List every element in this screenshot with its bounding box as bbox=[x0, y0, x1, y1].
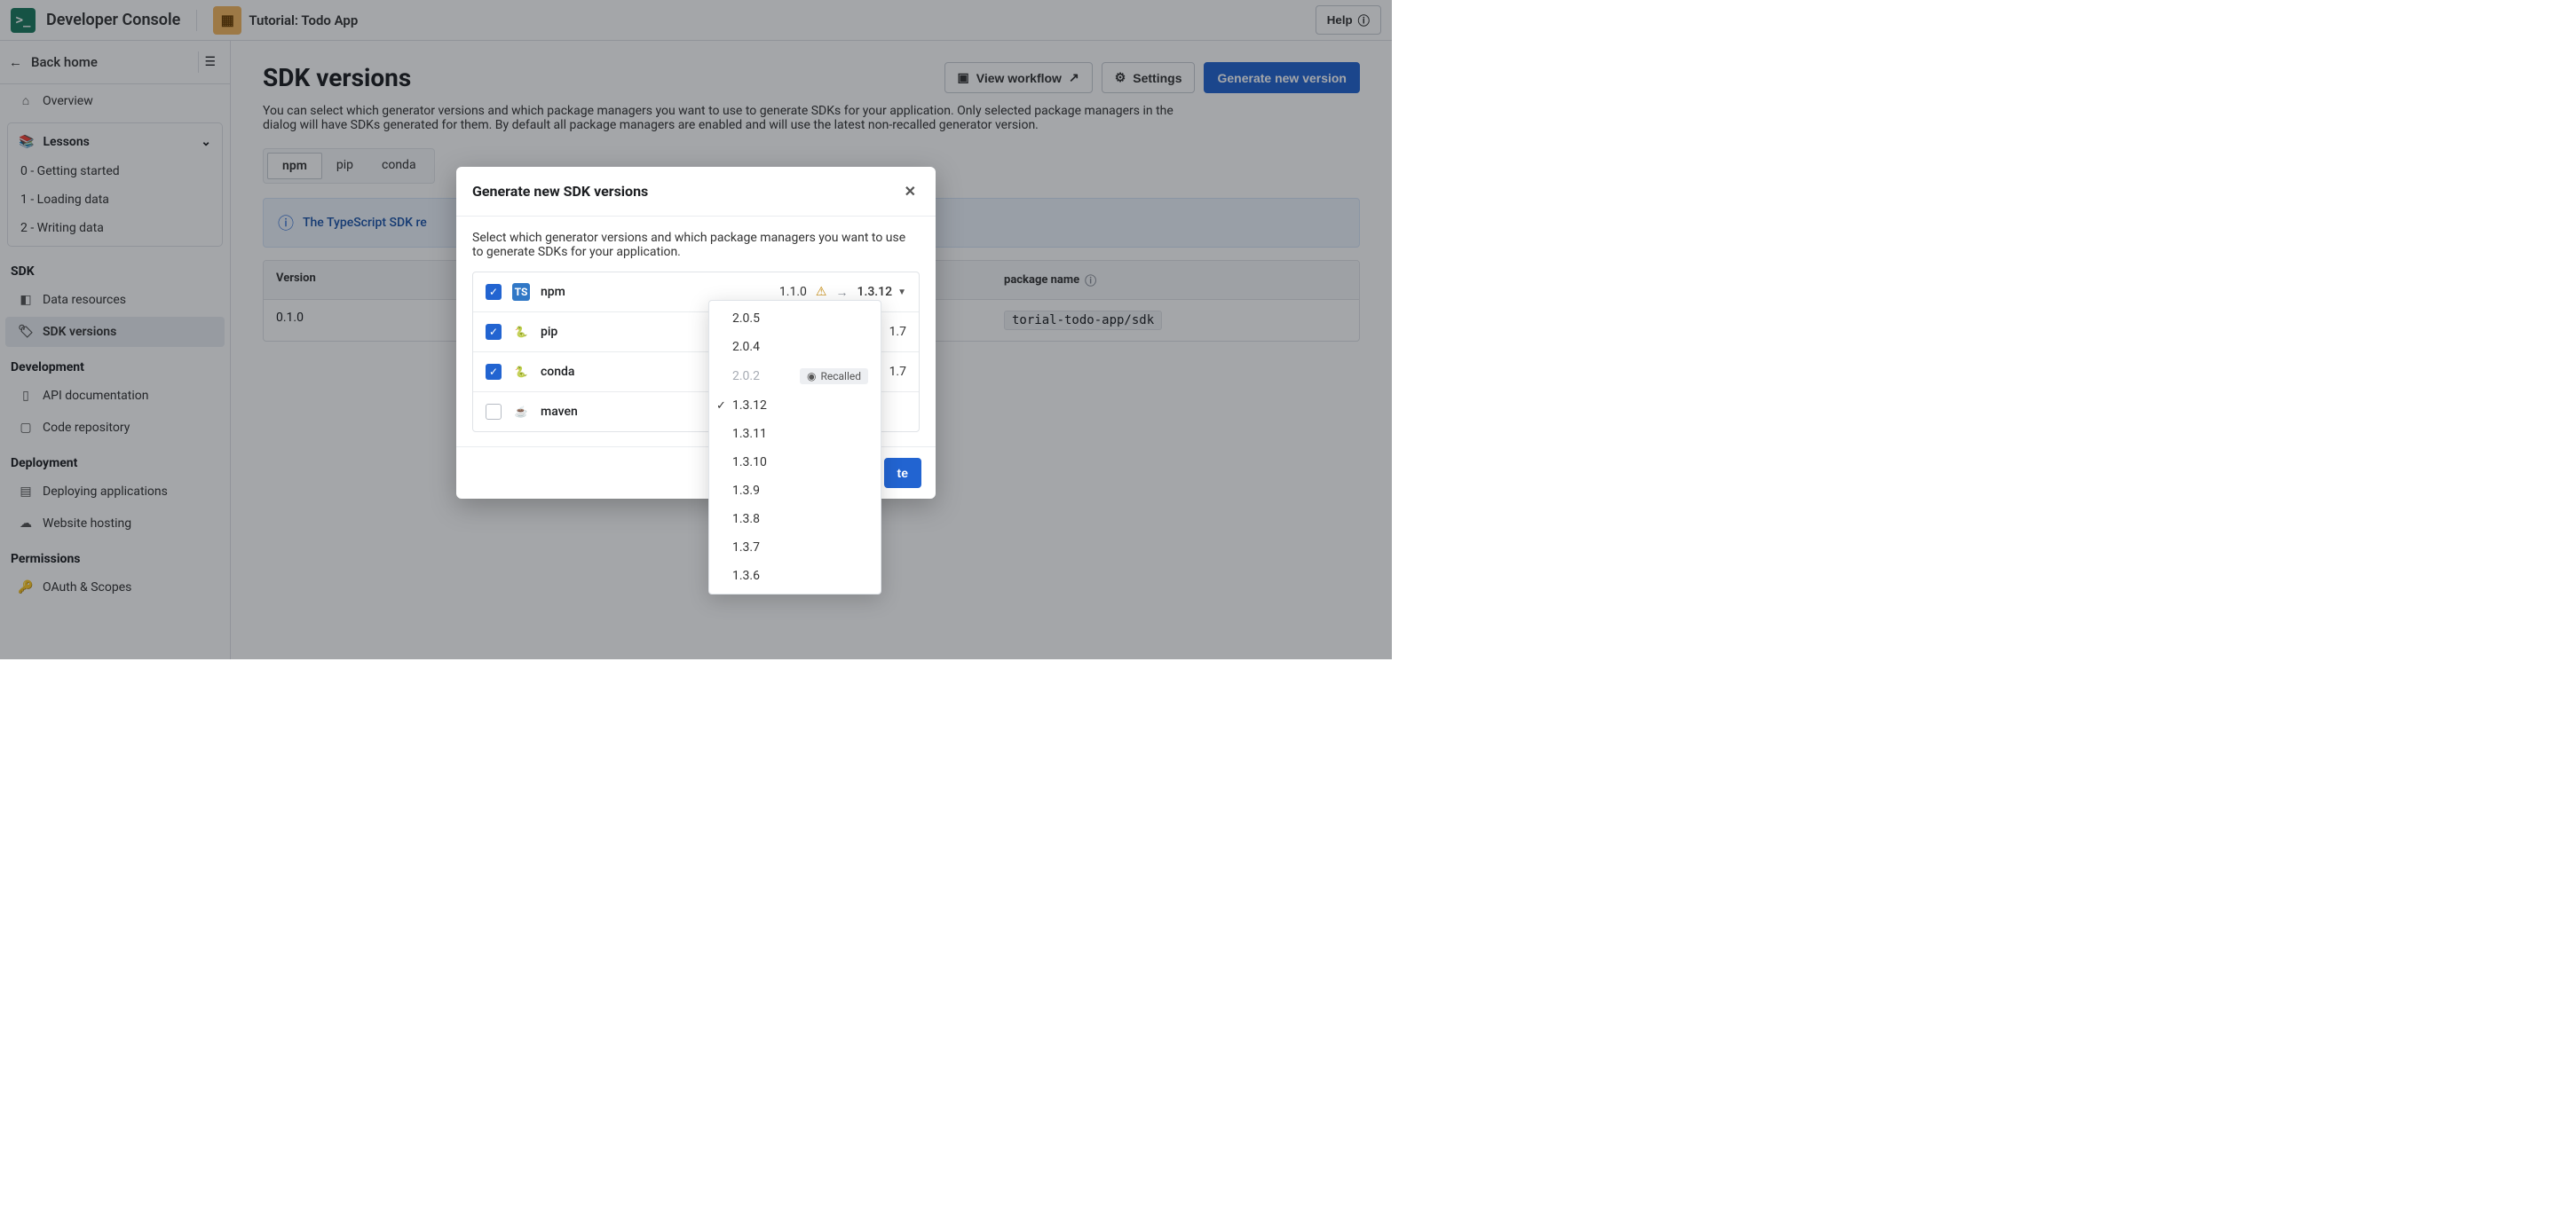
from-version: 1.7 bbox=[889, 325, 906, 339]
version-select-npm[interactable]: 1.3.12 ▼ bbox=[857, 285, 906, 299]
recalled-label: Recalled bbox=[820, 370, 861, 382]
checkbox-maven[interactable] bbox=[486, 404, 502, 420]
modal-description: Select which generator versions and whic… bbox=[472, 231, 920, 259]
modal-overlay: Generate new SDK versions ✕ Select which… bbox=[0, 0, 1392, 659]
java-icon: ☕ bbox=[512, 403, 530, 421]
version-dropdown: 2.0.5 2.0.4 2.0.2 ◉ Recalled 1.3.12 1.3.… bbox=[708, 300, 881, 595]
pm-name: maven bbox=[541, 405, 578, 419]
modal-generate-button[interactable]: te bbox=[884, 458, 921, 488]
modal-title: Generate new SDK versions bbox=[472, 183, 648, 200]
pm-name: conda bbox=[541, 365, 574, 379]
alert-icon: ◉ bbox=[807, 370, 816, 382]
checkbox-npm[interactable]: ✓ bbox=[486, 284, 502, 300]
generate-btn-label: te bbox=[897, 466, 908, 480]
pm-name: npm bbox=[541, 285, 565, 299]
dd-item-recalled: 2.0.2 ◉ Recalled bbox=[709, 361, 881, 391]
from-version: 1.7 bbox=[889, 365, 906, 379]
dd-item[interactable]: 1.3.6 bbox=[709, 562, 881, 590]
recalled-badge: ◉ Recalled bbox=[800, 368, 868, 384]
dd-item[interactable]: 1.3.10 bbox=[709, 448, 881, 477]
dd-item[interactable]: 1.3.7 bbox=[709, 533, 881, 562]
checkbox-conda[interactable]: ✓ bbox=[486, 364, 502, 380]
checkbox-pip[interactable]: ✓ bbox=[486, 324, 502, 340]
caret-down-icon: ▼ bbox=[897, 288, 906, 297]
dd-item[interactable]: 1.3.11 bbox=[709, 420, 881, 448]
to-version: 1.3.12 bbox=[857, 285, 892, 299]
dd-item[interactable]: 1.3.8 bbox=[709, 505, 881, 533]
from-version: 1.1.0 bbox=[779, 285, 807, 299]
dd-item-selected[interactable]: 1.3.12 bbox=[709, 391, 881, 420]
dd-item[interactable]: 1.3.9 bbox=[709, 477, 881, 505]
arrow-right-icon: → bbox=[835, 285, 848, 300]
dd-item[interactable]: 2.0.4 bbox=[709, 333, 881, 361]
dd-item[interactable]: 2.0.5 bbox=[709, 304, 881, 333]
warning-icon: ⚠ bbox=[816, 285, 827, 299]
pm-name: pip bbox=[541, 325, 557, 339]
close-icon[interactable]: ✕ bbox=[901, 179, 920, 203]
python-icon: 🐍 bbox=[512, 323, 530, 341]
python-icon: 🐍 bbox=[512, 363, 530, 381]
typescript-icon: TS bbox=[512, 283, 530, 301]
